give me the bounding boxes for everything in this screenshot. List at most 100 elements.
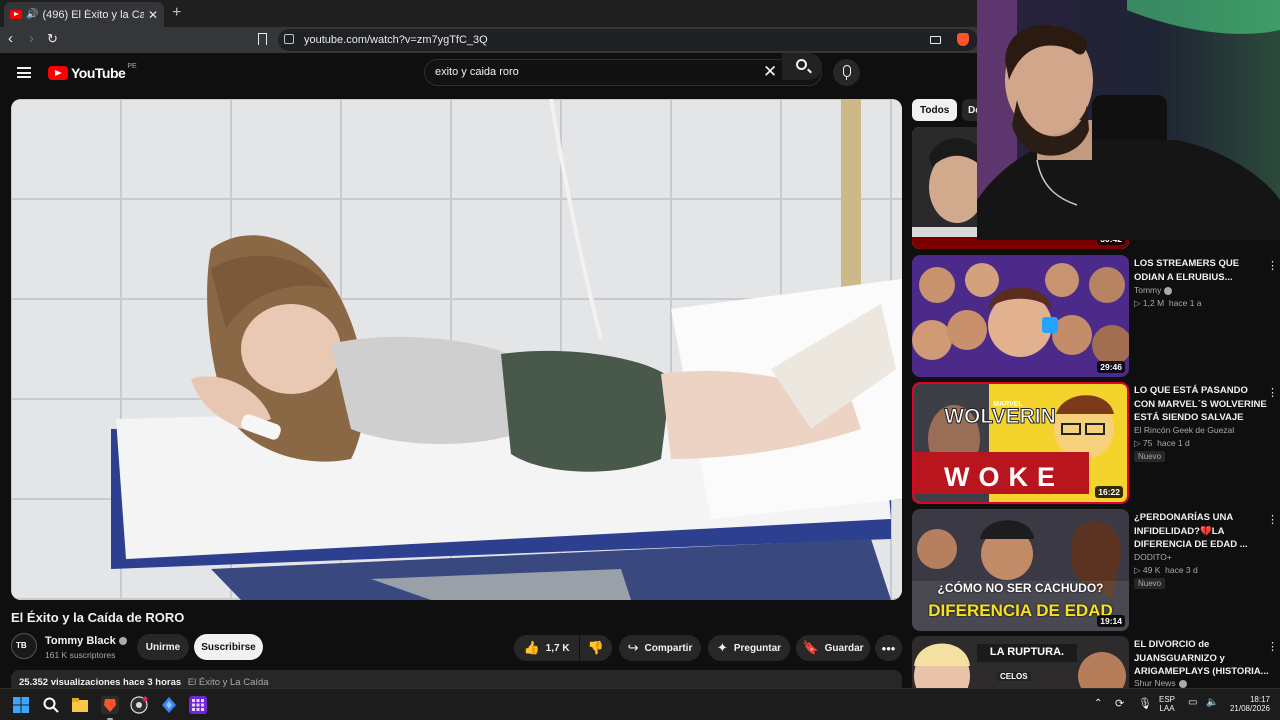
clock-date: 21/08/2026 (1229, 704, 1270, 713)
forward-icon[interactable]: › (29, 30, 34, 47)
cast-icon[interactable] (930, 36, 941, 44)
tray-expand-icon[interactable]: ⌃ (1094, 698, 1102, 709)
voice-search-icon[interactable] (833, 59, 860, 86)
recommendation-channel[interactable]: Shur News (1134, 678, 1187, 688)
new-tab-icon[interactable]: + (172, 4, 181, 22)
thumb-headline: ¿CÓMO NO SER CACHUDO? (937, 581, 1104, 595)
recommendation-thumbnail[interactable]: 29:46 (912, 255, 1129, 377)
sync-icon[interactable]: ⟳ (1115, 697, 1124, 710)
video-player[interactable] (11, 99, 902, 600)
country-code: PE (127, 62, 137, 70)
os-taskbar: ⌃ ⟳ 🎙 ESP LAA ▭ 🔈 18:17 21/08/2026 (0, 688, 1280, 720)
sparkle-icon: ✦ (716, 640, 728, 655)
more-vertical-icon[interactable]: ⋮ (1267, 640, 1278, 653)
tab-close-icon[interactable]: ✕ (148, 8, 158, 22)
share-button[interactable]: ↪ Compartir (619, 635, 701, 661)
recommendation-channel[interactable]: El Rincón Geek de Guezal (1134, 425, 1234, 435)
back-icon[interactable]: ‹ (8, 30, 13, 47)
play-count-icon: ▷ (1134, 565, 1143, 575)
brave-browser-icon[interactable] (101, 696, 119, 714)
search-input[interactable]: exito y caida roro ✕ (424, 59, 822, 86)
youtube-play-icon (48, 66, 68, 80)
recommendation-channel[interactable]: Tommy (1134, 285, 1173, 295)
recommendation-thumbnail[interactable]: ¿CÓMO NO SER CACHUDO? DIFERENCIA DE EDAD… (912, 509, 1129, 631)
subscriber-count: 161 K suscriptores (45, 650, 116, 660)
search-button[interactable] (782, 53, 822, 80)
brave-shield-icon[interactable] (957, 33, 969, 46)
more-vertical-icon[interactable]: ⋮ (1267, 386, 1278, 399)
like-count: 1,7 K (545, 642, 570, 654)
audio-playing-icon[interactable]: 🔊 (26, 9, 38, 20)
reload-icon[interactable]: ↻ (47, 31, 58, 47)
browser-tab-youtube[interactable]: 🔊 (496) El Éxito y la Caída de RORO ✕ (4, 2, 164, 27)
new-badge: Nuevo (1134, 578, 1166, 589)
more-vertical-icon[interactable]: ⋮ (1267, 259, 1278, 272)
join-label: Unirme (145, 641, 181, 653)
join-button[interactable]: Unirme (137, 634, 189, 660)
like-button[interactable]: 👍 1,7 K (514, 635, 579, 661)
recommendation-thumbnail[interactable]: LA RUPTURA. CELOS (912, 636, 1129, 688)
save-icon: 🔖 (802, 640, 819, 655)
recommendation-meta: ▷ 49 K hace 3 d (1134, 565, 1198, 576)
upload-age: hace 1 d (1157, 438, 1190, 448)
recommendation-channel[interactable]: DODITO+ (1134, 552, 1172, 562)
publish-date: hace 3 horas (123, 677, 182, 688)
subscribe-button[interactable]: Suscribirse (194, 634, 263, 660)
recommendation-meta: ▷ 1,2 M hace 1 a (1134, 298, 1202, 309)
recommendation-item[interactable]: MARVEL WOLVERIN WOKE 16:22 LO QUE ESTÁ P… (912, 382, 1280, 504)
recommendation-title[interactable]: LO QUE ESTÁ PASANDO CON MARVEL´S WOLVERI… (1134, 384, 1269, 425)
ask-label: Preguntar (733, 642, 782, 654)
view-count: 25.352 visualizaciones (19, 677, 121, 688)
ask-button[interactable]: ✦ Preguntar (708, 635, 790, 661)
streaming-app-icon[interactable] (160, 696, 178, 714)
subscribe-label: Suscribirse (201, 641, 256, 653)
recommendation-item[interactable]: LA RUPTURA. CELOS EL DIVORCIO de JUANSGU… (912, 636, 1280, 688)
duration-badge: 19:14 (1097, 615, 1125, 627)
recommendation-item[interactable]: 29:46 LOS STREAMERS QUE ODIAN A ELRUBIUS… (912, 255, 1280, 377)
clear-search-icon[interactable]: ✕ (763, 62, 777, 82)
save-button[interactable]: 🔖 Guardar (796, 635, 870, 661)
chip-todos[interactable]: Todos (912, 99, 958, 121)
more-actions-button[interactable]: ••• (875, 635, 902, 661)
video-frame (11, 99, 902, 600)
dislike-button[interactable]: 👎 (580, 635, 612, 661)
more-vertical-icon[interactable]: ⋮ (1267, 513, 1278, 526)
network-icon[interactable]: ▭ (1188, 697, 1197, 708)
view-count: 1,2 M (1142, 298, 1165, 308)
youtube-logo[interactable]: YouTube PE (48, 62, 137, 81)
channel-name-link[interactable]: Tommy Black (45, 635, 127, 647)
channel-label: Shur News (1134, 678, 1176, 688)
channel-avatar[interactable] (11, 633, 37, 659)
play-count-icon: ▷ (1134, 438, 1143, 448)
file-explorer-icon[interactable] (71, 696, 89, 714)
channel-label: Tommy (1134, 285, 1162, 295)
duration-badge: 16:22 (1095, 486, 1123, 498)
clock[interactable]: 18:17 21/08/2026 (1222, 695, 1270, 713)
site-info-icon[interactable] (284, 34, 294, 44)
description-box[interactable]: 25.352 visualizaciones hace 3 horas El É… (11, 670, 902, 688)
bookmark-icon[interactable] (258, 33, 267, 45)
upload-age: hace 3 d (1165, 565, 1198, 575)
windows-start-icon[interactable] (12, 696, 30, 714)
thumb-headline: LA RUPTURA. (989, 646, 1065, 658)
keyboard-layout: LAA (1159, 704, 1175, 713)
thumb-headline: WOLVERIN (944, 405, 1056, 428)
webcam-overlay (977, 0, 1280, 240)
description-snippet: El Éxito y La Caída (187, 677, 269, 688)
recommendation-title[interactable]: ¿PERDONARÍAS UNA INFIDELIDAD?💔LA DIFEREN… (1134, 511, 1269, 552)
volume-icon[interactable]: 🔈 (1206, 697, 1218, 708)
share-label: Compartir (644, 642, 693, 654)
input-language[interactable]: ESP LAA (1154, 695, 1180, 713)
verified-icon (118, 637, 127, 646)
url-field[interactable]: youtube.com/watch?v=zm7ygTfC_3Q (278, 29, 978, 51)
obs-icon[interactable] (130, 696, 148, 714)
menu-icon[interactable] (17, 67, 31, 78)
microphone-tray-icon[interactable]: 🎙 (1138, 697, 1152, 710)
recommendation-item[interactable]: ¿CÓMO NO SER CACHUDO? DIFERENCIA DE EDAD… (912, 509, 1280, 631)
recommendation-meta: ▷ 75 hace 1 d (1134, 438, 1190, 449)
recommendation-thumbnail[interactable]: MARVEL WOLVERIN WOKE 16:22 (912, 382, 1129, 504)
recommendation-title[interactable]: EL DIVORCIO de JUANSGUARNIZO y ARIGAMEPL… (1134, 638, 1269, 679)
taskbar-search-icon[interactable] (42, 696, 60, 714)
grid-app-icon[interactable] (189, 696, 207, 714)
recommendation-title[interactable]: LOS STREAMERS QUE ODIAN A ELRUBIUS... (1134, 257, 1269, 284)
